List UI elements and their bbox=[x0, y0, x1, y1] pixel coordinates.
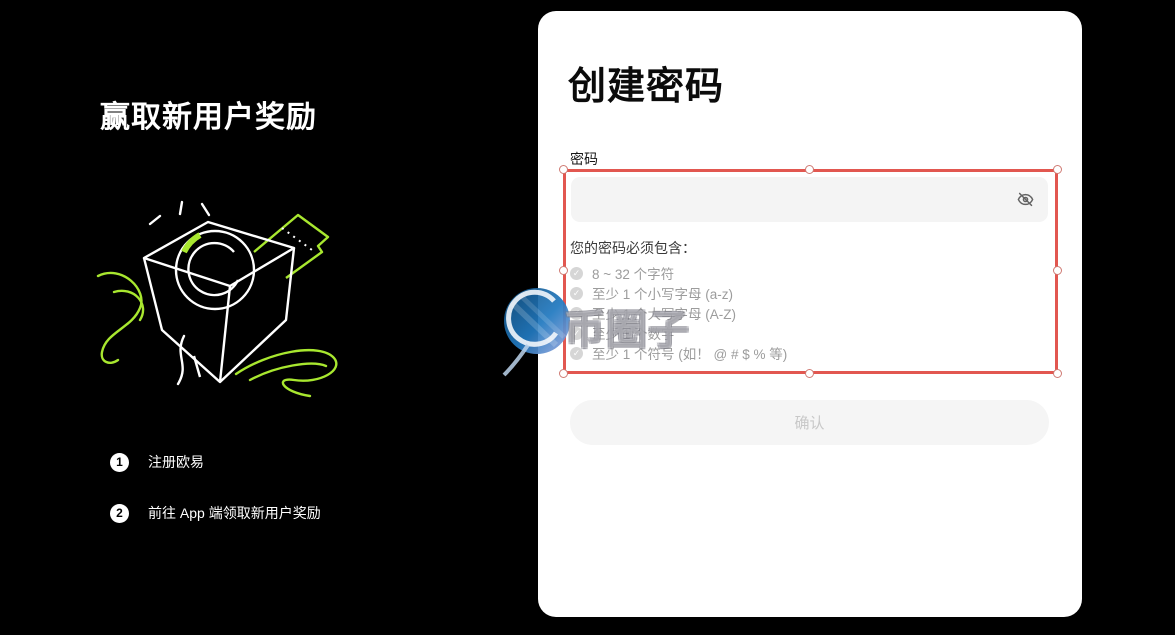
password-input[interactable] bbox=[585, 177, 1016, 222]
coin bbox=[176, 231, 254, 309]
requirement-item: ✓ 至少 1 个大写字母 (A-Z) bbox=[570, 303, 787, 323]
requirement-label: 8 ~ 32 个字符 bbox=[592, 263, 674, 283]
gift-box-illustration bbox=[88, 158, 352, 402]
check-circle-icon: ✓ bbox=[570, 347, 583, 360]
resize-handle-middle-left[interactable] bbox=[559, 266, 568, 275]
resize-handle-bottom-middle[interactable] bbox=[805, 369, 814, 378]
requirement-label: 至少 1 个大写字母 (A-Z) bbox=[592, 303, 736, 323]
check-circle-icon: ✓ bbox=[570, 267, 583, 280]
toggle-password-visibility-button[interactable] bbox=[1016, 190, 1035, 209]
password-input-wrap bbox=[571, 177, 1048, 222]
requirement-label: 至少 1 个数字 bbox=[592, 323, 675, 343]
check-circle-icon: ✓ bbox=[570, 307, 583, 320]
requirement-item: ✓ 至少 1 个符号 (如！ @ # $ % 等) bbox=[570, 343, 787, 363]
step-number-badge: 1 bbox=[110, 453, 129, 472]
resize-handle-top-right[interactable] bbox=[1053, 165, 1062, 174]
requirement-item: ✓ 8 ~ 32 个字符 bbox=[570, 263, 787, 283]
password-requirements-list: ✓ 8 ~ 32 个字符 ✓ 至少 1 个小写字母 (a-z) ✓ 至少 1 个… bbox=[570, 263, 787, 363]
resize-handle-bottom-right[interactable] bbox=[1053, 369, 1062, 378]
requirement-item: ✓ 至少 1 个小写字母 (a-z) bbox=[570, 283, 787, 303]
left-panel-title: 赢取新用户奖励 bbox=[100, 92, 317, 136]
password-field-label: 密码 bbox=[570, 149, 598, 169]
burst-lines bbox=[150, 202, 209, 224]
resize-handle-middle-right[interactable] bbox=[1053, 266, 1062, 275]
signup-page: 赢取新用户奖励 bbox=[0, 0, 1175, 635]
resize-handle-bottom-left[interactable] bbox=[559, 369, 568, 378]
step-label: 前往 App 端领取新用户奖励 bbox=[148, 503, 321, 523]
create-password-card: 创建密码 密码 您的密码必须包含： ✓ 8 ~ 32 个字符 ✓ 至少 1 个小… bbox=[538, 11, 1082, 617]
confirm-button[interactable]: 确认 bbox=[570, 400, 1049, 445]
password-requirements-title: 您的密码必须包含： bbox=[570, 238, 696, 258]
check-circle-icon: ✓ bbox=[570, 327, 583, 340]
box bbox=[144, 222, 294, 382]
eye-off-icon bbox=[1016, 190, 1035, 209]
white-ribbon bbox=[178, 336, 184, 384]
resize-handle-top-middle[interactable] bbox=[805, 165, 814, 174]
step-label: 注册欧易 bbox=[148, 452, 204, 472]
page-title: 创建密码 bbox=[568, 55, 724, 110]
check-circle-icon: ✓ bbox=[570, 287, 583, 300]
requirement-label: 至少 1 个小写字母 (a-z) bbox=[592, 283, 733, 303]
step-number-badge: 2 bbox=[110, 504, 129, 523]
requirement-item: ✓ 至少 1 个数字 bbox=[570, 323, 787, 343]
resize-handle-top-left[interactable] bbox=[559, 165, 568, 174]
requirement-label: 至少 1 个符号 (如！ @ # $ % 等) bbox=[592, 343, 787, 363]
steps-list: 1 注册欧易 2 前往 App 端领取新用户奖励 bbox=[110, 452, 321, 554]
step-claim-reward: 2 前往 App 端领取新用户奖励 bbox=[110, 503, 321, 523]
ribbons bbox=[98, 273, 336, 396]
step-register: 1 注册欧易 bbox=[110, 452, 321, 472]
